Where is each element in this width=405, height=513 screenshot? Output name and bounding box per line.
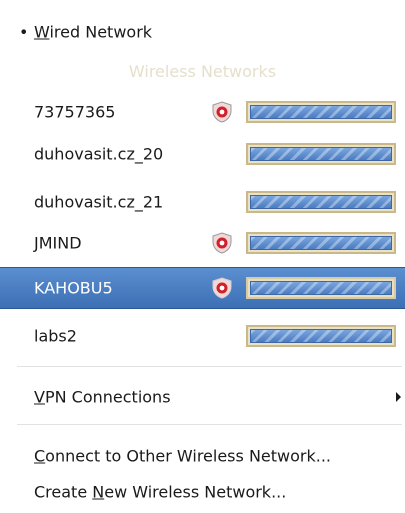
network-name: labs2 [34,326,77,346]
connect-mnemonic: C [34,446,46,466]
signal-fill [250,329,392,343]
shield-lock-icon [212,277,232,299]
network-name: KAHOBU5 [34,278,113,298]
network-name: duhovasit.cz_21 [34,192,164,212]
network-item-73757365[interactable]: 73757365 [0,92,405,132]
signal-fill [250,236,392,250]
create-mnemonic: N [92,482,105,502]
submenu-arrow-icon [396,392,401,402]
network-menu: • Wired Network Wireless Networks 737573… [0,0,405,513]
create-new-label: Create New Wireless Network... [34,483,286,502]
active-bullet: • [19,22,29,42]
signal-fill [250,195,392,209]
signal-strength-bar [246,232,396,254]
network-item-kahobu5[interactable]: KAHOBU5 [0,267,405,309]
connect-other-wireless-item[interactable]: Connect to Other Wireless Network... [0,436,405,476]
network-item-labs2[interactable]: labs2 [0,316,405,356]
signal-strength-bar [246,325,396,347]
shield-lock-icon [212,101,232,123]
network-name: JMIND [34,233,82,253]
create-label-before: Create [34,482,93,502]
signal-fill [250,281,392,295]
wireless-networks-header: Wireless Networks [128,62,277,81]
menu-separator [17,424,402,425]
signal-strength-bar [246,143,396,165]
network-name: duhovasit.cz_20 [34,144,164,164]
create-label-after: ew Wireless Network... [104,482,287,502]
connect-other-label: Connect to Other Wireless Network... [34,447,331,466]
vpn-connections-item[interactable]: VPN Connections [0,377,405,417]
connect-label-rest: onnect to Other Wireless Network... [45,446,331,466]
network-item-duhovasit-21[interactable]: duhovasit.cz_21 [0,182,405,222]
wired-network-item[interactable]: • Wired Network [0,12,405,52]
vpn-label-rest: PN Connections [44,387,171,407]
signal-strength-bar [246,277,396,299]
network-item-duhovasit-20[interactable]: duhovasit.cz_20 [0,134,405,174]
vpn-connections-label: VPN Connections [34,388,171,407]
signal-fill [250,105,392,119]
wired-mnemonic: W [34,22,50,42]
signal-strength-bar [246,101,396,123]
create-new-wireless-item[interactable]: Create New Wireless Network... [0,472,405,512]
network-item-jmind[interactable]: JMIND [0,223,405,263]
wired-network-label: Wired Network [34,23,152,42]
wired-label-rest: ired Network [49,22,153,42]
menu-separator [17,366,402,367]
shield-lock-icon [212,232,232,254]
signal-strength-bar [246,191,396,213]
signal-fill [250,147,392,161]
network-name: 73757365 [34,102,116,122]
vpn-mnemonic: V [34,387,45,407]
